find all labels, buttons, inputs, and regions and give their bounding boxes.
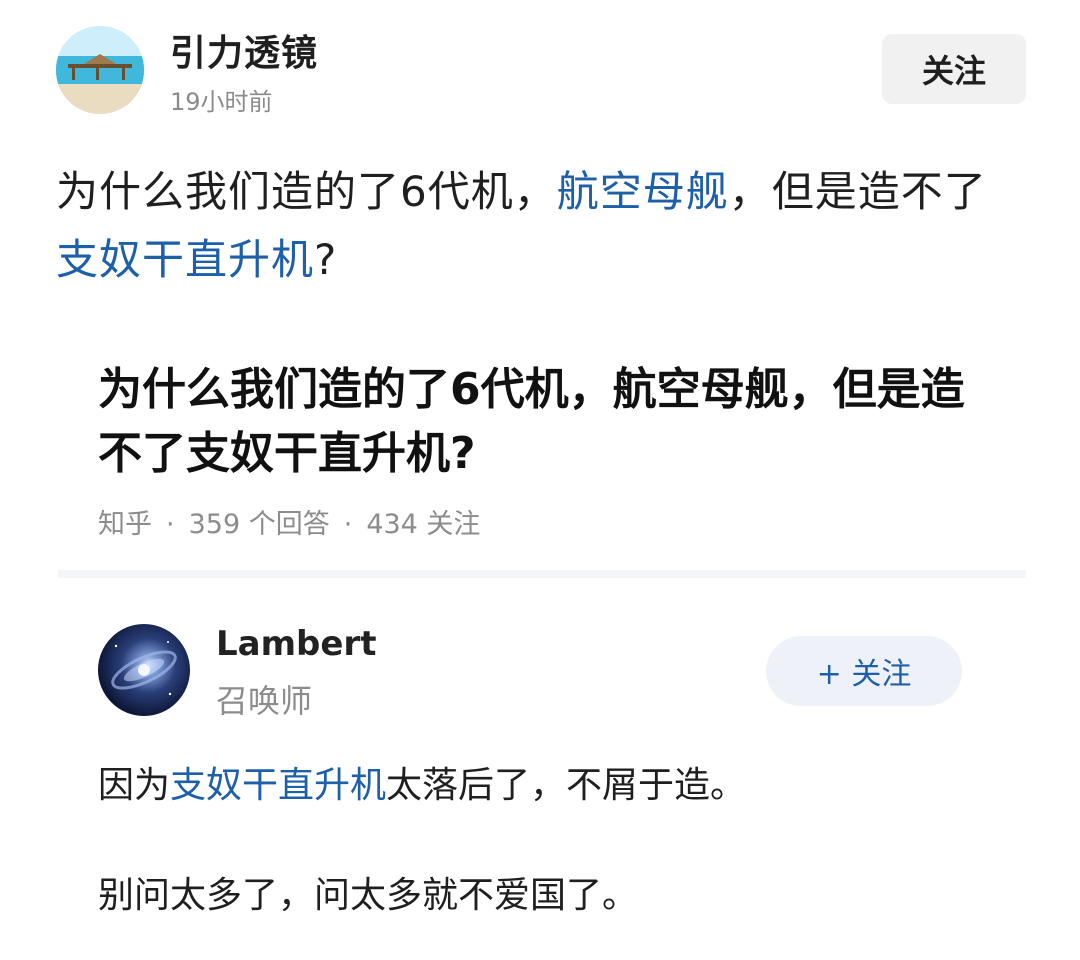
question-meta: 知乎 · 359 个回答 · 434 关注 <box>98 502 480 541</box>
follow-button[interactable]: 关注 <box>882 34 1026 104</box>
follow-answerer-button[interactable]: + 关注 <box>766 636 962 706</box>
answer-text: 因为 <box>98 765 171 806</box>
post-text-part: ，但是造不了 <box>728 167 987 216</box>
post-text-part: 为什么我们造的了6代机， <box>56 167 557 216</box>
galaxy-avatar-icon <box>111 641 177 696</box>
source-label: 知乎 <box>98 509 152 540</box>
meta-separator: · <box>166 509 175 540</box>
answer-paragraph: 因为支奴干直升机太落后了，不屑于造。 <box>98 756 998 816</box>
topic-link-aircraft-carrier[interactable]: 航空母舰 <box>557 167 729 216</box>
meta-separator: · <box>343 509 353 540</box>
question-title[interactable]: 为什么我们造的了6代机，航空母舰，但是造不了支奴干直升机? <box>98 358 998 486</box>
author-name[interactable]: 引力透镜 <box>170 24 318 76</box>
post-timestamp: 19小时前 <box>170 88 273 116</box>
post-text-part: ? <box>314 235 338 284</box>
topic-link-chinook[interactable]: 支奴干直升机 <box>56 235 314 284</box>
answer-paragraph: 别问太多了，问太多就不爱国了。 <box>98 875 639 916</box>
answerer-title: 召唤师 <box>216 682 313 720</box>
answerer-avatar[interactable] <box>98 624 190 716</box>
answer-count: 359 个回答 <box>188 509 330 540</box>
post-header: 引力透镜 19小时前 关注 <box>56 24 1026 116</box>
embedded-screenshot: 为什么我们造的了6代机，航空母舰，但是造不了支奴干直升机? 知乎 · 359 个回答… <box>58 330 1026 960</box>
author-avatar[interactable] <box>56 26 144 114</box>
topic-link-chinook[interactable]: 支奴干直升机 <box>170 765 386 806</box>
question-block[interactable]: 为什么我们造的了6代机，航空母舰，但是造不了支奴干直升机? 知乎 · 359 个回答… <box>58 330 1026 578</box>
follower-count: 434 关注 <box>366 509 481 540</box>
answer-text: 太落后了，不屑于造。 <box>386 765 747 806</box>
beach-avatar-icon <box>56 26 144 114</box>
post-text: 为什么我们造的了6代机，航空母舰，但是造不了支奴干直升机? <box>56 158 1026 294</box>
answerer-name[interactable]: Lambert <box>216 624 376 664</box>
answer-block: Lambert 召唤师 + 关注 因为支奴干直升机太落后了，不屑于造。 别问太多… <box>58 578 1026 958</box>
